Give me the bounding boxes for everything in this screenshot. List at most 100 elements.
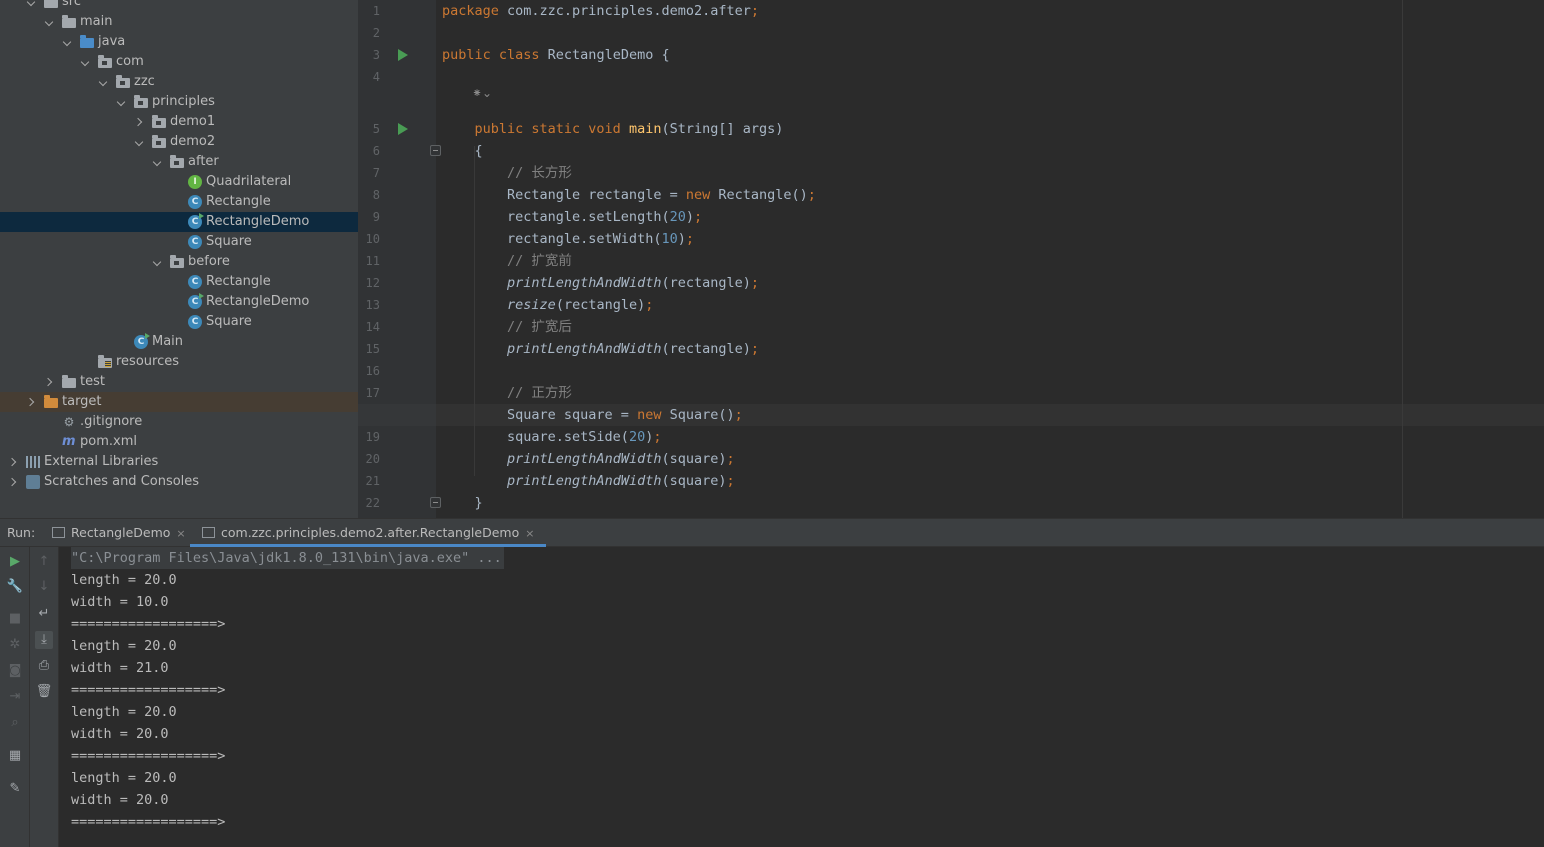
line-number: 15 xyxy=(365,342,380,356)
run-gutter-icon[interactable] xyxy=(398,123,408,135)
line-number: 6 xyxy=(372,144,380,158)
tree-item-rectangledemo[interactable]: C RectangleDemo xyxy=(0,212,358,232)
project-tool-window: src main java com zzc principles demo1 demo2 aft… xyxy=(0,0,358,518)
stop-icon[interactable]: ■ xyxy=(6,610,24,628)
tree-item-resources[interactable]: resources xyxy=(0,352,358,372)
chevron-down-icon[interactable] xyxy=(152,152,164,172)
chevron-right-icon[interactable] xyxy=(26,392,38,412)
line-number: 19 xyxy=(365,430,380,444)
annotation-hint[interactable]: ⁕⌄ xyxy=(472,86,492,100)
tree-item-label: java xyxy=(98,34,126,49)
tree-item-com[interactable]: com xyxy=(0,52,358,72)
run-tab-label: com.zzc.principles.demo2.after.Rectangle… xyxy=(221,525,520,540)
arrow-up-icon[interactable]: ↑ xyxy=(35,553,53,571)
package-icon xyxy=(170,155,184,168)
chevron-down-icon[interactable] xyxy=(152,252,164,272)
code-line: public static void main(String[] args) xyxy=(442,118,784,140)
search-icon[interactable]: ⌕ xyxy=(6,714,24,732)
import-icon[interactable]: ⇥ xyxy=(6,688,24,706)
code-line: { xyxy=(442,140,483,162)
tree-item-label: Square xyxy=(206,314,252,329)
chevron-down-icon[interactable] xyxy=(98,72,110,92)
tree-item-label: resources xyxy=(116,354,180,369)
chevron-down-icon[interactable] xyxy=(134,132,146,152)
console-output-line: ==================> xyxy=(71,616,226,632)
soft-wrap-icon[interactable]: ↵ xyxy=(35,605,53,623)
code-token: printLengthAndWidth xyxy=(507,275,662,291)
scroll-to-end-icon[interactable]: ⤓ xyxy=(35,631,53,649)
code-token: (rectangle) xyxy=(661,275,751,291)
tree-item-principles[interactable]: principles xyxy=(0,92,358,112)
tree-item-src[interactable]: src xyxy=(0,0,358,12)
code-line: printLengthAndWidth(square); xyxy=(442,470,735,492)
debug-icon[interactable]: ✲ xyxy=(6,636,24,654)
tree-item-main[interactable]: C Main xyxy=(0,332,358,352)
code-token: } xyxy=(442,495,483,511)
code-editor[interactable]: 1234567891011121314151617181920212223 ⁕⌄… xyxy=(358,0,1544,518)
tree-item-zzc[interactable]: zzc xyxy=(0,72,358,92)
tree-item-demo1[interactable]: demo1 xyxy=(0,112,358,132)
console-output-line: width = 20.0 xyxy=(71,726,169,742)
chevron-right-icon[interactable] xyxy=(134,112,146,132)
run-gutter-icon[interactable] xyxy=(398,49,408,61)
code-token: ) xyxy=(677,231,686,247)
code-line: // 长方形 xyxy=(442,162,572,184)
fold-marker-icon[interactable] xyxy=(430,497,441,508)
run-mark-icon xyxy=(199,293,204,299)
console-output[interactable]: "C:\Program Files\Java\jdk1.8.0_131\bin\… xyxy=(59,547,1544,847)
code-token: ; xyxy=(645,297,654,313)
wrench-icon[interactable]: 🔧 xyxy=(6,578,24,596)
close-tab-icon[interactable]: × xyxy=(176,527,185,540)
line-number: 1 xyxy=(372,4,380,18)
close-tab-icon[interactable]: × xyxy=(525,527,534,540)
code-token: { xyxy=(442,143,483,159)
rerun-icon[interactable]: ▶ xyxy=(6,553,24,571)
tree-item-demo2[interactable]: demo2 xyxy=(0,132,358,152)
tree-item-java[interactable]: java xyxy=(0,32,358,52)
gitignore-icon: ⚙ xyxy=(63,415,75,429)
tree-item-target[interactable]: target xyxy=(0,392,358,412)
line-number: 13 xyxy=(365,298,380,312)
line-number: 3 xyxy=(372,48,380,62)
pin-icon[interactable]: ✎ xyxy=(6,780,24,798)
tree-item-square[interactable]: C Square xyxy=(0,312,358,332)
tree-item-main[interactable]: main xyxy=(0,12,358,32)
trash-icon[interactable]: 🗑 xyxy=(35,683,53,701)
tree-item-square[interactable]: C Square xyxy=(0,232,358,252)
tree-item-test[interactable]: test xyxy=(0,372,358,392)
chevron-down-icon[interactable] xyxy=(62,32,74,52)
tree-item-pom-xml[interactable]: m pom.xml xyxy=(0,432,358,452)
fold-marker-icon[interactable] xyxy=(430,145,441,156)
code-token: // 正方形 xyxy=(442,385,572,401)
tree-item-after[interactable]: after xyxy=(0,152,358,172)
resources-folder-icon xyxy=(98,355,112,368)
chevron-down-icon[interactable] xyxy=(80,52,92,72)
tree-item-scratches-and-consoles[interactable]: Scratches and Consoles xyxy=(0,472,358,492)
run-tab-after-rectangledemo[interactable]: com.zzc.principles.demo2.after.Rectangle… xyxy=(190,519,547,547)
tree-item-gitignore[interactable]: ⚙ .gitignore xyxy=(0,412,358,432)
code-token: new xyxy=(637,407,670,423)
chevron-right-icon[interactable] xyxy=(8,472,20,492)
code-token: Rectangle() xyxy=(718,187,808,203)
chevron-down-icon[interactable] xyxy=(116,92,128,112)
chevron-right-icon[interactable] xyxy=(44,372,56,392)
tree-item-rectangle[interactable]: C Rectangle xyxy=(0,192,358,212)
layout-icon[interactable]: ▦ xyxy=(6,747,24,765)
arrow-down-icon[interactable]: ↓ xyxy=(35,578,53,596)
print-icon[interactable]: ⎙ xyxy=(35,657,53,675)
camera-icon[interactable]: ◙ xyxy=(6,662,24,680)
tree-item-quadrilateral[interactable]: I Quadrilateral xyxy=(0,172,358,192)
chevron-right-icon[interactable] xyxy=(8,452,20,472)
run-tab-rectangledemo[interactable]: RectangleDemo × xyxy=(52,519,186,547)
package-icon xyxy=(134,95,148,108)
code-line: // 扩宽后 xyxy=(442,316,572,338)
console-output-line: length = 20.0 xyxy=(71,770,177,786)
tree-item-rectangledemo[interactable]: C RectangleDemo xyxy=(0,292,358,312)
run-mark-icon xyxy=(145,333,150,339)
chevron-down-icon[interactable] xyxy=(26,0,38,12)
tree-item-rectangle[interactable]: C Rectangle xyxy=(0,272,358,292)
chevron-down-icon[interactable] xyxy=(44,12,56,32)
tree-item-before[interactable]: before xyxy=(0,252,358,272)
tree-item-external-libraries[interactable]: External Libraries xyxy=(0,452,358,472)
